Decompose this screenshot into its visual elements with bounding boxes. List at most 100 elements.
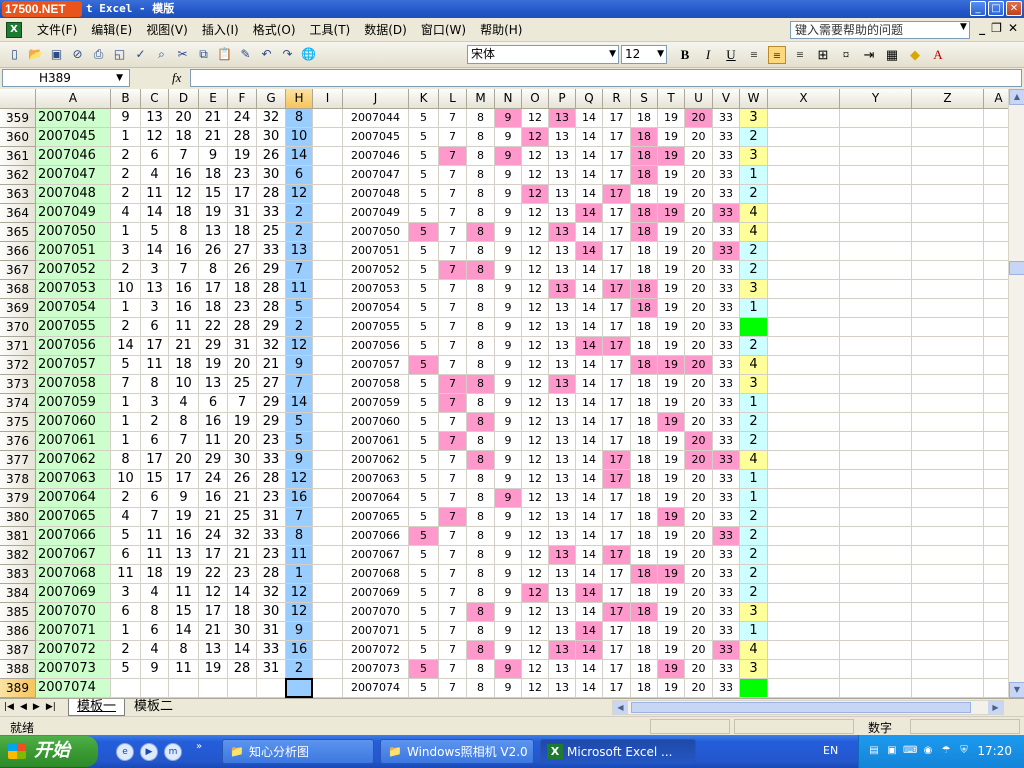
- cell-marker[interactable]: 19: [658, 432, 685, 451]
- cell-h[interactable]: 13: [286, 242, 313, 261]
- cell-number[interactable]: 24: [199, 470, 228, 489]
- cell-number[interactable]: 6: [199, 394, 228, 413]
- first-sheet-icon[interactable]: |◀: [4, 700, 14, 714]
- cell-marker[interactable]: 12: [522, 622, 549, 641]
- cell-marker[interactable]: 19: [658, 109, 685, 128]
- cell-marker[interactable]: 17: [603, 413, 631, 432]
- cell-period-copy[interactable]: 2007062: [343, 451, 409, 470]
- cell-h[interactable]: 7: [286, 375, 313, 394]
- cell-marker[interactable]: 18: [631, 299, 658, 318]
- cell-period[interactable]: 2007067: [36, 546, 111, 565]
- cell-marker[interactable]: 8: [467, 565, 495, 584]
- cell-number[interactable]: 10: [111, 470, 141, 489]
- cell-number[interactable]: 6: [141, 432, 169, 451]
- cell-marker[interactable]: 7: [439, 660, 467, 679]
- cell-number[interactable]: 1: [111, 223, 141, 242]
- cell-number[interactable]: 1: [111, 622, 141, 641]
- menu-item[interactable]: 编辑(E): [84, 18, 139, 42]
- column-header[interactable]: S: [631, 89, 658, 109]
- cell-marker[interactable]: 20: [685, 109, 713, 128]
- cell-marker[interactable]: 33: [713, 356, 740, 375]
- cell-marker[interactable]: 20: [685, 413, 713, 432]
- cell-empty[interactable]: [984, 128, 1008, 147]
- cell-empty[interactable]: [313, 185, 343, 204]
- cell-empty[interactable]: [912, 242, 984, 261]
- cell-marker[interactable]: 20: [685, 603, 713, 622]
- cell-marker[interactable]: 9: [495, 280, 522, 299]
- cell-empty[interactable]: [840, 489, 912, 508]
- cell-marker[interactable]: 14: [576, 204, 603, 223]
- cell-number[interactable]: 21: [199, 622, 228, 641]
- scroll-down-icon[interactable]: ▼: [1009, 682, 1024, 698]
- cell-marker[interactable]: 9: [495, 128, 522, 147]
- menu-item[interactable]: 窗口(W): [414, 18, 473, 42]
- cell-number[interactable]: 2: [111, 185, 141, 204]
- cell-marker[interactable]: 19: [658, 660, 685, 679]
- cell-number[interactable]: 18: [228, 280, 257, 299]
- cell-empty[interactable]: [313, 280, 343, 299]
- cell-number[interactable]: 3: [111, 242, 141, 261]
- cell-number[interactable]: 22: [199, 565, 228, 584]
- cell-number[interactable]: 27: [228, 242, 257, 261]
- cell-marker[interactable]: 5: [409, 565, 439, 584]
- task-folder[interactable]: 📁 知心分析图: [222, 739, 374, 764]
- cell-empty[interactable]: [912, 546, 984, 565]
- media-player-icon[interactable]: ▶: [140, 743, 158, 761]
- cell-empty[interactable]: [840, 109, 912, 128]
- cell-empty[interactable]: [912, 261, 984, 280]
- cell-empty[interactable]: [768, 147, 840, 166]
- cell-marker[interactable]: 12: [522, 204, 549, 223]
- cell-marker[interactable]: 8: [467, 394, 495, 413]
- cell-empty[interactable]: [313, 432, 343, 451]
- row-header[interactable]: 362: [0, 166, 36, 185]
- cell-number[interactable]: 30: [257, 166, 286, 185]
- cell-empty[interactable]: [840, 679, 912, 698]
- cell-number[interactable]: 13: [199, 641, 228, 660]
- cell-number[interactable]: 23: [257, 489, 286, 508]
- cell-empty[interactable]: [313, 166, 343, 185]
- cell-number[interactable]: 11: [141, 546, 169, 565]
- language-indicator[interactable]: EN: [823, 744, 838, 757]
- menu-item[interactable]: 工具(T): [303, 18, 358, 42]
- cell-period-copy[interactable]: 2007059: [343, 394, 409, 413]
- cell-empty[interactable]: [768, 109, 840, 128]
- cell-marker[interactable]: 5: [409, 584, 439, 603]
- row-header[interactable]: 369: [0, 299, 36, 318]
- cell-marker[interactable]: 8: [467, 489, 495, 508]
- cell-empty[interactable]: [984, 489, 1008, 508]
- cell-period[interactable]: 2007052: [36, 261, 111, 280]
- row-header[interactable]: 368: [0, 280, 36, 299]
- cell-marker[interactable]: 18: [631, 166, 658, 185]
- cell-marker[interactable]: 14: [576, 641, 603, 660]
- cell-period[interactable]: 2007053: [36, 280, 111, 299]
- cell-marker[interactable]: 18: [631, 128, 658, 147]
- font-color-icon[interactable]: A: [929, 46, 947, 64]
- cell-marker[interactable]: 20: [685, 660, 713, 679]
- cell-marker[interactable]: 14: [576, 565, 603, 584]
- cell-number[interactable]: 3: [141, 394, 169, 413]
- cell-count[interactable]: 3: [740, 147, 768, 166]
- cell-marker[interactable]: 18: [631, 451, 658, 470]
- sheet-tab-1[interactable]: 模板一: [68, 699, 126, 716]
- cell-empty[interactable]: [912, 375, 984, 394]
- cell-period-copy[interactable]: 2007046: [343, 147, 409, 166]
- cell-empty[interactable]: [984, 527, 1008, 546]
- cell-marker[interactable]: 9: [495, 546, 522, 565]
- cell-number[interactable]: 18: [199, 299, 228, 318]
- cell-empty[interactable]: [912, 394, 984, 413]
- cell-period[interactable]: 2007063: [36, 470, 111, 489]
- cell-empty[interactable]: [912, 584, 984, 603]
- cell-marker[interactable]: 12: [522, 109, 549, 128]
- cell-empty[interactable]: [313, 109, 343, 128]
- cell-count[interactable]: 4: [740, 356, 768, 375]
- umbrella-icon[interactable]: ☂: [939, 744, 953, 758]
- cell-marker[interactable]: 13: [549, 299, 576, 318]
- cell-marker[interactable]: 12: [522, 470, 549, 489]
- cell-marker[interactable]: 14: [576, 299, 603, 318]
- cell-marker[interactable]: 14: [576, 166, 603, 185]
- cell-period[interactable]: 2007049: [36, 204, 111, 223]
- cell-marker[interactable]: 33: [713, 147, 740, 166]
- cell-number[interactable]: 11: [111, 565, 141, 584]
- cell-marker[interactable]: 8: [467, 584, 495, 603]
- cell-count[interactable]: 2: [740, 185, 768, 204]
